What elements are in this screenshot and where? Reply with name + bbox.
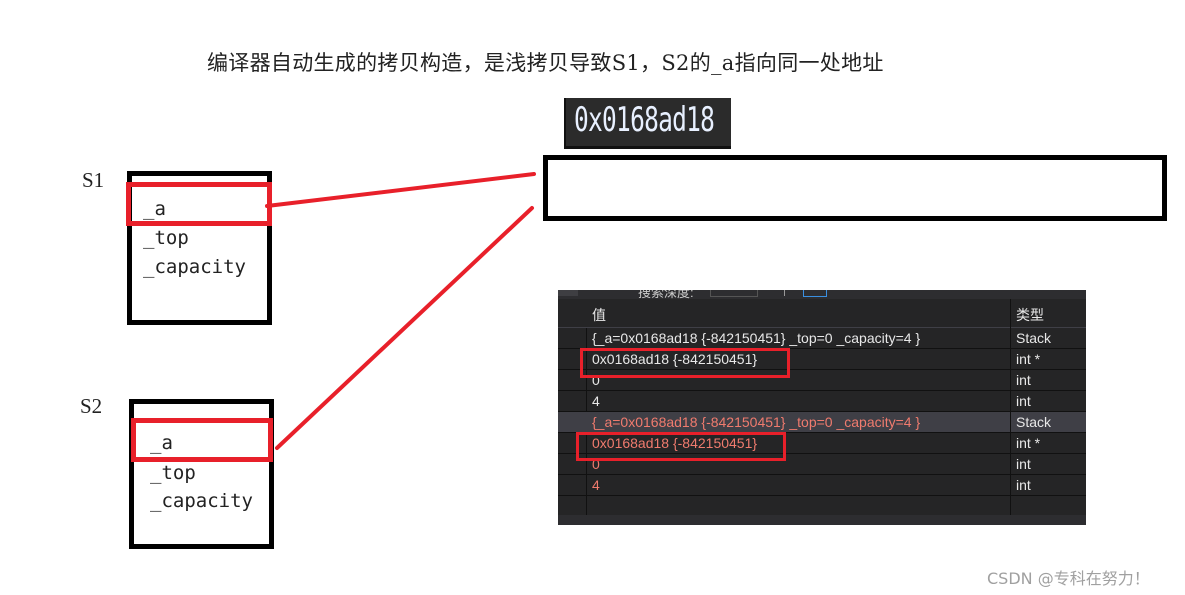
watch-row-type: Stack — [1016, 330, 1052, 346]
watch-row-value: 4 — [592, 393, 600, 409]
toolbar-separator — [784, 290, 785, 296]
watch-row-type: int — [1016, 456, 1031, 472]
watch-toolbar: 搜索深度: — [558, 290, 1086, 300]
watch-row[interactable]: 4 int — [558, 475, 1086, 496]
watch-row-type: int * — [1016, 351, 1041, 367]
watermark: CSDN @专科在努力！ — [987, 569, 1150, 588]
s1-pointer-line — [265, 172, 536, 208]
toolbar-nav-back[interactable] — [558, 290, 578, 296]
column-header-type[interactable]: 类型 — [1016, 305, 1044, 325]
debugger-watch-panel: 搜索深度: 值 类型 {_a=0x0168ad18 {-842150451} _… — [558, 290, 1086, 525]
watch-row[interactable]: {_a=0x0168ad18 {-842150451} _top=0 _capa… — [558, 328, 1086, 349]
watch-row[interactable]: 4 int — [558, 391, 1086, 412]
watch-row[interactable]: {_a=0x0168ad18 {-842150451} _top=0 _capa… — [558, 412, 1086, 433]
s2-pointer-line — [275, 206, 534, 450]
s1-a-value-highlight — [580, 348, 790, 378]
watch-row-value: 4 — [592, 477, 600, 493]
watch-row[interactable] — [558, 496, 1086, 517]
toolbar-toggle-button[interactable] — [803, 290, 827, 297]
watch-row-value: {_a=0x0168ad18 {-842150451} _top=0 _capa… — [592, 414, 921, 430]
column-header-value[interactable]: 值 — [592, 305, 606, 325]
column-separator[interactable] — [1010, 299, 1011, 515]
watch-row-type: int — [1016, 477, 1031, 493]
watch-row-type: int — [1016, 372, 1031, 388]
watch-row-value: {_a=0x0168ad18 {-842150451} _top=0 _capa… — [592, 330, 921, 346]
watch-row-type: Stack — [1016, 414, 1052, 430]
search-depth-input[interactable] — [710, 290, 758, 297]
s2-a-value-highlight — [576, 432, 786, 461]
column-header: 值 类型 — [558, 299, 1086, 328]
watch-row-type: int * — [1016, 435, 1041, 451]
watch-row-type: int — [1016, 393, 1031, 409]
panel-footer — [558, 515, 1086, 525]
